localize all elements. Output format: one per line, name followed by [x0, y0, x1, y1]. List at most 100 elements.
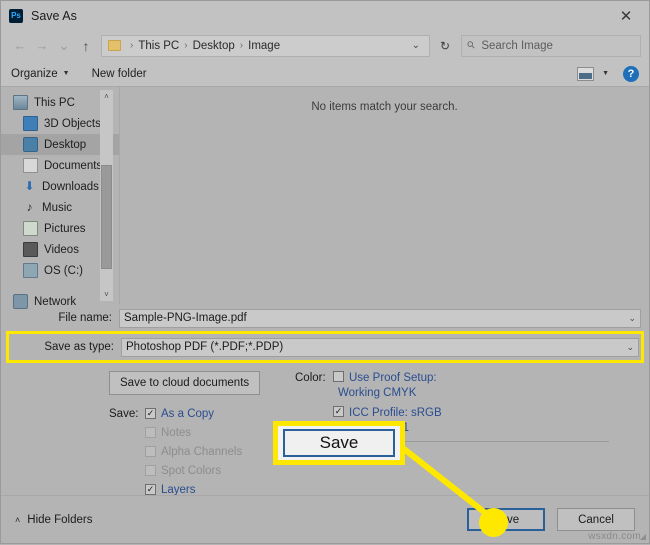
save-option-as-a-copy[interactable]: Save: ✓ As a Copy	[109, 404, 291, 423]
pictures-icon	[23, 221, 38, 236]
sidebar-item-label: Music	[42, 201, 73, 214]
3d-objects-icon	[23, 116, 38, 131]
proof-setup-label: Use Proof Setup:	[349, 372, 437, 385]
videos-icon	[23, 242, 38, 257]
checkbox-layers[interactable]: ✓	[145, 484, 156, 496]
toolbar-right-group: ▼ ?	[577, 65, 639, 82]
form-zone: File name: Sample-PNG-Image.pdf ⌄ Save a…	[1, 304, 649, 366]
save-as-type-select[interactable]: Photoshop PDF (*.PDF;*.PDP) ⌄	[121, 337, 639, 357]
music-icon: ♪	[26, 200, 33, 214]
save-to-cloud-documents-button[interactable]: Save to cloud documents	[109, 371, 261, 396]
chevron-down-icon[interactable]: ▼	[602, 70, 609, 77]
search-input[interactable]: Search Image	[481, 40, 553, 52]
save-option-label: Spot Colors	[161, 464, 222, 477]
command-toolbar: Organize ▼ New folder ▼ ?	[1, 61, 649, 87]
callout-save-button[interactable]: Save	[283, 429, 395, 457]
file-name-value: Sample-PNG-Image.pdf	[124, 312, 247, 325]
change-view-icon[interactable]	[577, 66, 595, 81]
save-option-label: As a Copy	[161, 407, 215, 420]
checkbox-spot-colors[interactable]	[145, 465, 156, 477]
save-button-callout: Save	[273, 421, 405, 465]
breadcrumb-item-1[interactable]: Desktop	[193, 40, 235, 52]
chevron-down-icon[interactable]: ⌄	[407, 40, 425, 51]
save-option-spot-colors[interactable]: Spot Colors	[109, 461, 291, 480]
callout-save-label: Save	[319, 433, 359, 452]
breadcrumb[interactable]: › This PC › Desktop › Image ⌄	[101, 34, 430, 57]
file-name-row: File name: Sample-PNG-Image.pdf ⌄	[9, 308, 641, 328]
navigation-pane: This PC 3D Objects Desktop Documents ⬇ D…	[1, 87, 119, 309]
hide-folders-button[interactable]: ˄ Hide Folders	[15, 514, 92, 526]
sidebar-item-label: Documents	[44, 159, 103, 172]
breadcrumb-item-2[interactable]: Image	[248, 40, 280, 52]
breadcrumb-item-0[interactable]: This PC	[138, 40, 179, 52]
help-icon[interactable]: ?	[623, 65, 639, 82]
color-option-proof-setup[interactable]: Color: Use Proof Setup:	[295, 371, 649, 385]
back-icon[interactable]: ←	[9, 35, 31, 57]
scrollbar-thumb[interactable]	[101, 165, 112, 269]
color-option-icc-profile[interactable]: ✓ ICC Profile: sRGB	[295, 406, 649, 420]
sidebar-item-label: This PC	[34, 96, 75, 109]
save-option-notes[interactable]: Notes	[109, 423, 291, 442]
save-as-type-value: Photoshop PDF (*.PDF;*.PDP)	[126, 341, 284, 354]
hide-folders-label: Hide Folders	[27, 513, 93, 526]
breadcrumb-separator: ›	[184, 40, 188, 51]
photoshop-icon: Ps	[9, 8, 23, 23]
cursor-highlight	[479, 508, 508, 537]
save-options-label: Save:	[109, 407, 139, 420]
organize-label: Organize	[11, 67, 58, 80]
network-icon	[13, 294, 28, 309]
desktop-icon	[23, 137, 38, 152]
sidebar-item-label: Pictures	[44, 222, 86, 235]
breadcrumb-separator: ›	[130, 40, 134, 51]
save-option-label: Notes	[161, 426, 192, 439]
up-icon[interactable]: ↑	[75, 35, 97, 57]
dialog-footer: ˄ Hide Folders Save Cancel wsxdn.com ◢	[1, 495, 649, 543]
folder-icon	[108, 40, 121, 51]
address-bar: ← → ⌄ ↑ › This PC › Desktop › Image ⌄ ↻ …	[1, 30, 649, 61]
sidebar-item-label: Desktop	[44, 138, 87, 151]
window-title: Save As	[31, 8, 77, 23]
refresh-icon[interactable]: ↻	[432, 35, 458, 57]
checkbox-alpha-channels[interactable]	[145, 446, 156, 458]
close-icon[interactable]: ✕	[609, 2, 643, 29]
cancel-button[interactable]: Cancel	[557, 508, 635, 531]
new-folder-button[interactable]: New folder	[92, 68, 147, 80]
scroll-up-icon[interactable]: ˄	[104, 90, 109, 103]
chevron-down-icon[interactable]: ⌄	[628, 313, 636, 324]
checkbox-use-proof-setup[interactable]	[333, 371, 344, 383]
chevron-down-icon: ▼	[62, 70, 70, 77]
title-bar: Ps Save As ✕	[1, 1, 649, 30]
save-as-type-row-highlight: Save as type: Photoshop PDF (*.PDF;*.PDP…	[6, 331, 644, 364]
sidebar-item-label: 3D Objects	[44, 117, 101, 130]
search-box[interactable]: ⚲ Search Image	[461, 34, 641, 57]
sidebar-item-label: OS (C:)	[44, 264, 83, 277]
color-options-label: Color:	[295, 372, 326, 385]
documents-icon	[23, 158, 38, 173]
computer-icon	[13, 95, 28, 110]
checkbox-notes[interactable]	[145, 427, 156, 439]
scroll-down-icon[interactable]: ˅	[104, 288, 109, 301]
save-as-dialog: Ps Save As ✕ ← → ⌄ ↑ › This PC › Desktop…	[0, 0, 650, 544]
sidebar-scrollbar[interactable]: ˄ ˅	[100, 90, 113, 302]
icc-profile-label: ICC Profile: sRGB	[349, 407, 442, 420]
file-name-input[interactable]: Sample-PNG-Image.pdf ⌄	[119, 308, 641, 328]
file-list-pane[interactable]: No items match your search.	[119, 87, 649, 305]
chevron-up-icon: ˄	[15, 514, 21, 525]
organize-button[interactable]: Organize ▼	[11, 68, 70, 80]
checkbox-as-a-copy[interactable]: ✓	[145, 408, 156, 420]
forward-icon[interactable]: →	[31, 35, 53, 57]
checkbox-icc-profile[interactable]: ✓	[333, 406, 344, 418]
sidebar-item-label: Downloads	[42, 180, 99, 193]
sidebar-item-label: Network	[34, 295, 77, 308]
save-option-label: Alpha Channels	[161, 445, 243, 458]
watermark: wsxdn.com	[588, 531, 641, 542]
resize-grip-icon[interactable]: ◢	[640, 532, 646, 541]
file-name-label: File name:	[58, 312, 112, 325]
chevron-down-icon[interactable]: ⌄	[626, 342, 634, 353]
breadcrumb-separator: ›	[239, 40, 244, 51]
save-as-type-label: Save as type:	[44, 341, 114, 354]
save-option-alpha-channels[interactable]: Alpha Channels	[109, 442, 291, 461]
proof-setup-value: Working CMYK	[338, 387, 417, 400]
recent-locations-icon[interactable]: ⌄	[53, 35, 75, 57]
